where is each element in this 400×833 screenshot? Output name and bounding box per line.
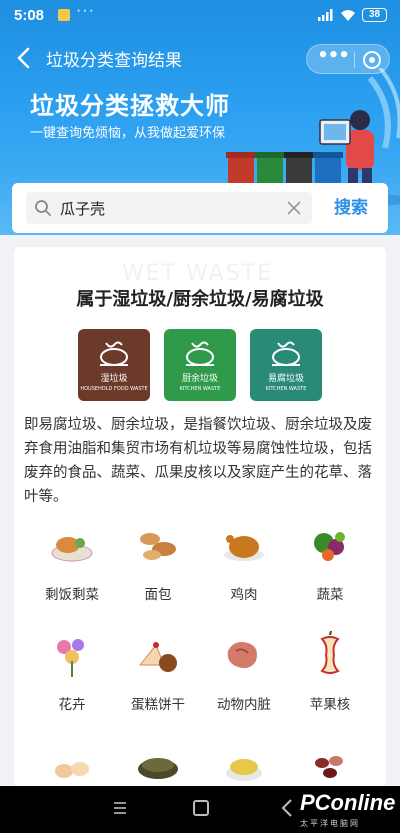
badge-household-food-waste: 湿垃圾 HOUSEHOLD FOOD WASTE <box>78 329 150 401</box>
food-waste-icon <box>186 341 214 366</box>
example-item: 剩饭剩菜 <box>32 521 112 621</box>
tea-leaves-icon <box>138 758 178 779</box>
example-item: 面包 <box>118 521 198 621</box>
example-item <box>118 741 198 787</box>
back-arrow-icon[interactable] <box>12 44 36 72</box>
example-item <box>204 741 284 787</box>
signal-icon <box>318 9 333 21</box>
food-waste-icon <box>272 341 300 366</box>
more-notifications-icon: ··· <box>76 2 95 19</box>
chicken-icon <box>224 535 264 561</box>
wifi-icon <box>341 10 355 21</box>
search-card: 瓜子壳 搜索 <box>12 183 388 233</box>
badge-perishable-waste: 易腐垃圾 KITCHEN WASTE <box>250 329 322 401</box>
back-icon[interactable] <box>280 798 294 818</box>
leftovers-icon <box>51 537 93 562</box>
example-item: 苹果核 <box>290 631 370 731</box>
search-input-value: 瓜子壳 <box>60 200 106 218</box>
example-item: 动物内脏 <box>204 631 284 731</box>
pconline-logo: PConline <box>300 790 396 815</box>
eggshell-icon <box>55 762 89 778</box>
capsule-divider <box>354 52 355 68</box>
notification-icon <box>58 9 70 21</box>
bread-icon <box>140 533 176 560</box>
search-button[interactable]: 搜索 <box>334 193 368 218</box>
example-item-label: 面包 <box>144 587 172 603</box>
badge-english: HOUSEHOLD FOOD WASTE <box>80 386 148 392</box>
example-item: 蔬菜 <box>290 521 370 621</box>
badge-name: 易腐垃圾 <box>267 374 304 384</box>
search-input[interactable]: 瓜子壳 <box>26 192 312 224</box>
beans-icon <box>315 756 343 778</box>
category-description: 即易腐垃圾、厨余垃圾，是指餐饮垃圾、厨余垃圾及废弃食用油脂和集贸市场有机垃圾等易… <box>24 417 372 505</box>
grains-icon <box>226 759 262 781</box>
cake-icon <box>138 642 177 672</box>
status-time: 5:08 <box>14 7 45 24</box>
example-item: 蛋糕饼干 <box>118 631 198 731</box>
more-menu-button[interactable]: ••• <box>315 47 351 71</box>
example-item-label: 动物内脏 <box>217 697 271 713</box>
page-title: 垃圾分类查询结果 <box>46 51 182 71</box>
flowers-icon <box>57 639 84 677</box>
clear-icon[interactable] <box>286 200 302 216</box>
example-item-label: 鸡肉 <box>230 587 258 603</box>
banner-subtitle: 一键查询免烦恼，从我做起爱环保 <box>30 126 226 141</box>
example-item-label: 苹果核 <box>309 697 351 713</box>
example-item-label: 剩饭剩菜 <box>45 587 99 603</box>
example-item <box>290 741 370 787</box>
result-card: WET WASTE 属于湿垃圾/厨余垃圾/易腐垃圾 湿垃圾 HOUSEHOLD … <box>14 247 386 787</box>
example-item: 花卉 <box>32 631 112 731</box>
offal-icon <box>227 642 257 669</box>
banner-title: 垃圾分类拯救大师 <box>30 92 230 120</box>
example-item: 鸡肉 <box>204 521 284 621</box>
close-icon[interactable] <box>361 49 383 71</box>
battery-icon: 38 <box>362 8 387 22</box>
vegetables-icon <box>314 532 345 561</box>
badge-english: KITCHEN WASTE <box>179 386 221 392</box>
badge-kitchen-waste: 厨余垃圾 KITCHEN WASTE <box>164 329 236 401</box>
badge-name: 湿垃圾 <box>100 374 128 384</box>
status-bar: 5:08 ··· 38 <box>0 0 400 32</box>
example-item-label: 蛋糕饼干 <box>131 697 185 713</box>
example-item-label: 蔬菜 <box>316 587 344 603</box>
home-icon[interactable] <box>193 800 209 816</box>
badge-name: 厨余垃圾 <box>181 374 218 384</box>
mini-program-capsule: ••• <box>306 44 390 74</box>
example-item-label: 花卉 <box>58 697 86 713</box>
badge-english: KITCHEN WASTE <box>265 386 307 392</box>
search-icon <box>35 200 51 216</box>
menu-icon[interactable] <box>112 800 128 816</box>
result-heading: 属于湿垃圾/厨余垃圾/易腐垃圾 <box>76 289 324 310</box>
pconline-logo-sub: 太平洋电脑网 <box>300 819 360 828</box>
food-waste-icon <box>100 341 128 366</box>
example-item <box>32 741 112 787</box>
category-watermark: WET WASTE <box>122 261 273 286</box>
apple-core-icon <box>320 631 340 674</box>
